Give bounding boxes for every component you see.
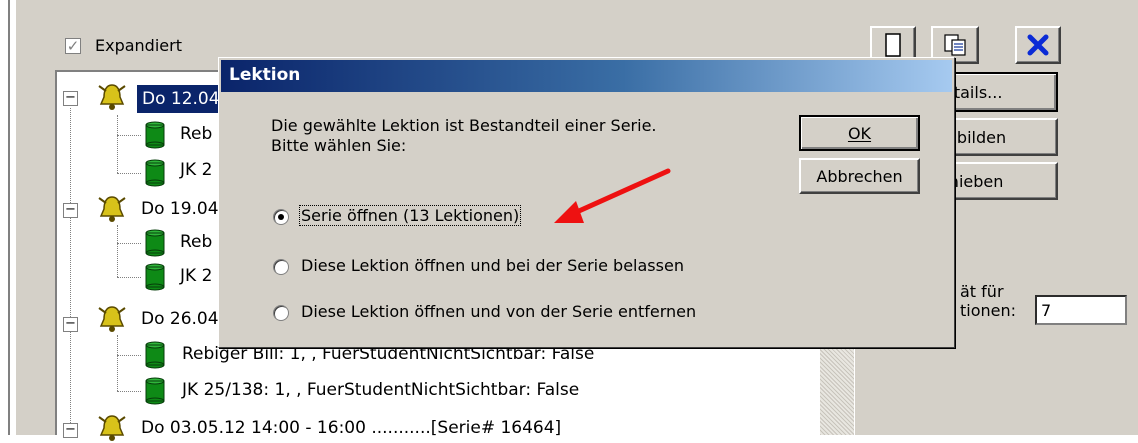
- dialog-title: Lektion: [229, 65, 301, 85]
- collapse-icon[interactable]: −: [63, 203, 78, 218]
- option-open-series-label[interactable]: Serie öffnen (13 Lektionen): [299, 205, 522, 226]
- checkmark-icon: ✓: [66, 37, 80, 55]
- participant-icon: [145, 341, 165, 369]
- expand-checkbox-label: Expandiert: [95, 36, 182, 55]
- tree-participant-label[interactable]: JK 25/138: 1, , FuerStudentNichtSichtbar…: [182, 380, 579, 400]
- tree-line: [117, 391, 141, 392]
- expand-icon[interactable]: −: [63, 423, 78, 438]
- tree-participant-label[interactable]: Reb: [180, 124, 212, 144]
- tree-line: [117, 135, 141, 136]
- option-open-remove-series-label[interactable]: Diese Lektion öffnen und von der Serie e…: [301, 302, 696, 321]
- delete-x-icon: [1027, 34, 1049, 56]
- participant-icon: [145, 229, 165, 257]
- cancel-button[interactable]: Abbrechen: [799, 158, 920, 194]
- blank-page-icon: [885, 33, 901, 57]
- tree-participant-label[interactable]: JK 2: [180, 266, 212, 286]
- tree-participant-label[interactable]: JK 2: [180, 160, 212, 180]
- tree-line: [117, 243, 141, 244]
- collapse-icon[interactable]: −: [63, 91, 78, 106]
- tree-line: [70, 108, 71, 435]
- delete-button[interactable]: [1015, 26, 1061, 64]
- tree-line: [117, 225, 118, 277]
- option-label-text: Serie öffnen (13 Lektionen): [299, 205, 522, 226]
- cancel-button-label: Abbrechen: [816, 166, 903, 186]
- tree-lesson-label[interactable]: Do 19.04: [141, 199, 219, 219]
- tree-line: [117, 335, 118, 391]
- tree-line: [117, 355, 141, 356]
- ok-button[interactable]: OK: [799, 115, 920, 151]
- radio-selected-dot: [278, 214, 284, 220]
- dialog-message-line1: Die gewählte Lektion ist Bestandteil ein…: [271, 116, 657, 135]
- expand-checkbox[interactable]: ✓: [65, 38, 81, 54]
- capacity-label-line2: tionen:: [960, 301, 1017, 320]
- participant-icon: [145, 377, 165, 405]
- dialog-message: Die gewählte Lektion ist Bestandteil ein…: [271, 116, 657, 156]
- tree-lesson-label[interactable]: Do 12.04: [137, 85, 225, 113]
- tree-lesson-label[interactable]: Do 26.04: [141, 309, 219, 329]
- participant-icon: [145, 121, 165, 149]
- bell-icon: [98, 415, 126, 441]
- tree-line: [117, 277, 141, 278]
- red-arrow-annotation: [554, 168, 671, 223]
- capacity-label-line1: ät für: [960, 282, 1004, 301]
- participant-icon: [145, 263, 165, 291]
- tree-lesson-label[interactable]: Do 03.05.12 14:00 - 16:00 ...........[Se…: [141, 418, 561, 438]
- dialog-title-bar[interactable]: Lektion: [221, 60, 952, 92]
- bell-icon: [98, 84, 126, 110]
- dialog-message-line2: Bitte wählen Sie:: [271, 136, 407, 155]
- capacity-label: ät für tionen:: [960, 282, 1016, 320]
- capacity-input[interactable]: [1035, 295, 1127, 325]
- window-left-border: [8, 0, 10, 435]
- copy-icon: [944, 34, 966, 56]
- radio-open-remove-series[interactable]: [273, 305, 289, 321]
- collapse-icon[interactable]: −: [63, 317, 78, 332]
- ok-button-label: OK: [847, 123, 872, 143]
- radio-open-keep-series[interactable]: [273, 259, 289, 275]
- radio-open-series[interactable]: [273, 209, 289, 225]
- bell-icon: [98, 306, 126, 332]
- tree-line: [117, 115, 118, 173]
- tree-participant-label[interactable]: Reb: [180, 232, 212, 252]
- bell-icon: [98, 196, 126, 222]
- option-open-keep-series-label[interactable]: Diese Lektion öffnen und bei der Serie b…: [301, 256, 684, 275]
- participant-icon: [145, 159, 165, 187]
- tree-line: [117, 173, 141, 174]
